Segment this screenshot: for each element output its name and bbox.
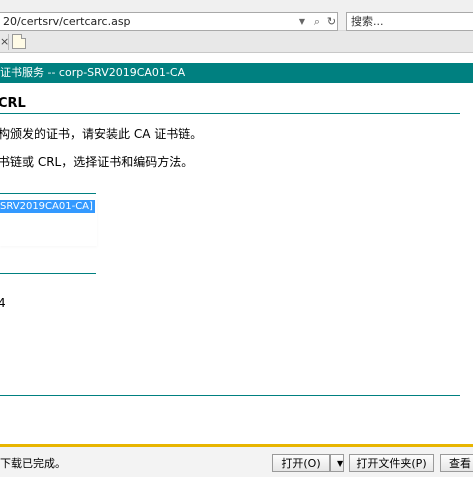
page-title: CRL xyxy=(0,96,26,111)
address-text[interactable]: 20/certsrv/certcarc.asp xyxy=(3,14,131,30)
view-downloads-button[interactable]: 查看 xyxy=(440,454,473,472)
footer-divider xyxy=(0,395,460,396)
refresh-icon[interactable]: ↻ xyxy=(326,13,337,30)
address-dropdown-icon[interactable]: ▼ xyxy=(297,13,307,30)
title-divider xyxy=(0,113,460,114)
download-message: 下载已完成。 xyxy=(0,457,66,470)
close-icon[interactable]: × xyxy=(0,35,9,49)
tab-bar: × xyxy=(0,31,473,53)
open-dropdown-button[interactable]: ▼ xyxy=(330,454,344,472)
search-icon[interactable]: ⌕ xyxy=(311,13,323,30)
instruction-text-1: 构颁发的证书，请安装此 CA 证书链。 xyxy=(0,127,203,141)
page-header: 证书服务 -- corp-SRV2019CA01-CA xyxy=(0,63,473,83)
address-toolbar: 20/certsrv/certcarc.asp ▼ ⌕ ↻ 搜索... xyxy=(0,0,473,31)
section-divider xyxy=(0,273,96,274)
ca-certificate-option[interactable]: SRV2019CA01-CA] xyxy=(0,200,95,213)
search-input[interactable]: 搜索... xyxy=(346,12,473,31)
download-notification-bar: 下载已完成。 打开(O) ▼ 打开文件夹(P) 查看 xyxy=(0,444,473,477)
new-tab-icon[interactable] xyxy=(12,34,26,49)
tab-divider xyxy=(8,34,9,50)
ca-certificate-list[interactable]: SRV2019CA01-CA] xyxy=(0,198,97,246)
browser-window: 20/certsrv/certcarc.asp ▼ ⌕ ↻ 搜索... × 证书… xyxy=(0,0,473,477)
section-divider xyxy=(0,193,96,194)
header-title: 证书服务 -- corp-SRV2019CA01-CA xyxy=(0,66,186,79)
value-text: 4 xyxy=(0,296,6,310)
search-placeholder: 搜索... xyxy=(351,15,384,28)
open-button[interactable]: 打开(O) xyxy=(272,454,330,472)
instruction-text-2: 书链或 CRL，选择证书和编码方法。 xyxy=(0,155,194,169)
open-folder-button[interactable]: 打开文件夹(P) xyxy=(349,454,434,472)
address-bar[interactable]: 20/certsrv/certcarc.asp ▼ ⌕ ↻ xyxy=(0,12,338,31)
